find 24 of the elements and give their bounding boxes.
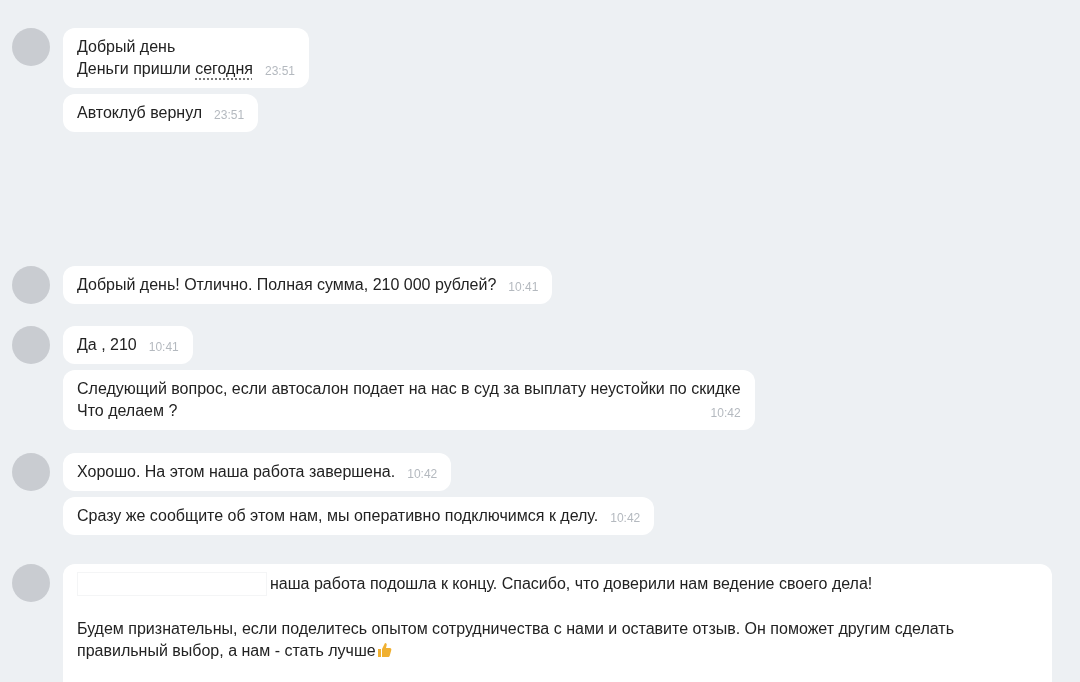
- message-time: 10:42: [710, 405, 741, 422]
- avatar-photo-placeholder: [12, 453, 50, 491]
- avatar-photo-placeholder: [12, 266, 50, 304]
- message-text: Добрый день: [77, 38, 176, 55]
- message-text: Сразу же сообщите об этом нам, мы оперативно подключимся к делу.: [77, 506, 599, 526]
- message-time: 10:42: [610, 510, 641, 527]
- message-time: 10:41: [508, 279, 539, 296]
- message-time: 23:51: [214, 107, 245, 124]
- thumbs-up-icon: [375, 642, 392, 658]
- message-text: Будем признательны, если поделитесь опытом сотрудничества с нами и оставите отзыв. Он поможет другим сделать правильный выбор, а нам - стать лучше: [77, 619, 955, 661]
- message-text: Да , 210: [77, 335, 137, 355]
- message-time: 10:41: [148, 339, 179, 356]
- message-text: Добрый день! Отлично. Полная сумма, 210 000 рублей?: [77, 275, 497, 295]
- message-time: 10:42: [407, 466, 438, 483]
- avatar-photo-placeholder: [12, 28, 50, 66]
- avatar-photo-placeholder: [12, 326, 50, 364]
- message-text: Хорошо. На этом наша работа завершена.: [77, 462, 396, 482]
- message-text: Автоклуб вернул: [77, 103, 203, 123]
- message-text: Что делаем ?: [77, 401, 178, 421]
- message-text: Деньги пришли сегодня: [77, 59, 253, 79]
- avatar-photo-placeholder: [12, 564, 50, 602]
- message-text: Следующий вопрос, если автосалон подает на нас в суд за выплату неустойки по скидке: [77, 380, 741, 397]
- message-text: наша работа подошла к концу. Спасибо, что доверили нам ведение своего дела!: [270, 574, 873, 594]
- message-time: 23:51: [264, 63, 295, 80]
